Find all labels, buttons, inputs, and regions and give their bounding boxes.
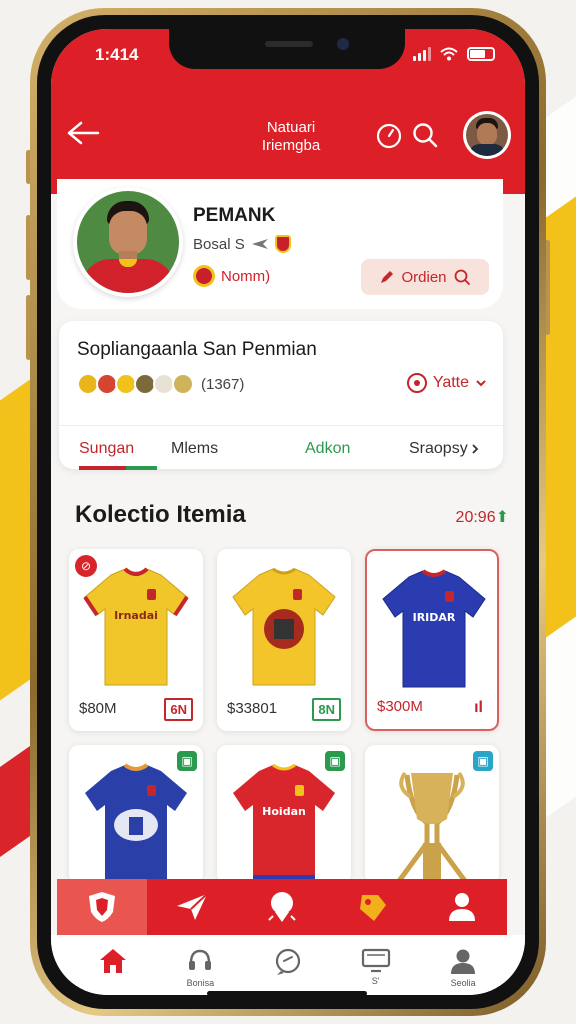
product-tag: ıl bbox=[474, 699, 483, 716]
collection-card: Sopliangaanla San Penmian (1367) Yatte S… bbox=[59, 321, 503, 470]
action-send[interactable] bbox=[147, 879, 237, 935]
svg-text:Irnadai: Irnadai bbox=[114, 609, 158, 622]
yellow-jersey-image bbox=[232, 567, 336, 686]
app-screen: 1:414 Natuari Iriemgba PEMANK Bosal S No… bbox=[51, 29, 525, 995]
product-card-selected[interactable]: IRIDAR $300M ıl bbox=[365, 549, 499, 731]
order-button-label: Ordien bbox=[401, 268, 447, 286]
nav-home[interactable] bbox=[83, 935, 143, 995]
nav-chat[interactable] bbox=[258, 935, 318, 995]
collection-tabs: Sungan Mlems Adkon Sraopsy bbox=[59, 425, 503, 470]
trend-up-icon: ⬆ bbox=[495, 509, 509, 526]
chat-icon bbox=[275, 948, 301, 975]
timer-icon[interactable] bbox=[375, 121, 403, 149]
order-button[interactable]: Ordien bbox=[361, 259, 489, 295]
user-avatar[interactable] bbox=[463, 111, 511, 159]
nav-support-label: Bonisa bbox=[186, 978, 215, 988]
chevron-down-icon bbox=[476, 380, 486, 387]
user-icon bbox=[449, 893, 475, 921]
search-icon[interactable] bbox=[411, 121, 439, 149]
collection-title: Sopliangaanla San Penmian bbox=[77, 339, 317, 360]
headset-icon bbox=[189, 949, 212, 970]
tab-sraopsy[interactable]: Sraopsy bbox=[409, 440, 480, 458]
red-jersey-image: Hoidan bbox=[233, 763, 335, 885]
club-badge-icon bbox=[274, 235, 291, 253]
action-bar bbox=[57, 879, 507, 935]
nav-tv[interactable]: S' bbox=[346, 935, 406, 995]
product-price: $300M bbox=[377, 698, 423, 715]
product-tag: 6N bbox=[164, 698, 193, 721]
collection-filter[interactable]: Yatte bbox=[406, 373, 487, 393]
app-header: 1:414 Natuari Iriemgba bbox=[51, 29, 525, 194]
player-name: PEMANK bbox=[193, 205, 276, 226]
trophy-image bbox=[396, 771, 468, 883]
signal-icon bbox=[413, 47, 431, 61]
collection-count: (1367) bbox=[201, 375, 245, 393]
tv-icon bbox=[361, 948, 390, 973]
yellow-jersey-image: Irnadai bbox=[83, 567, 189, 686]
status-icons bbox=[413, 47, 495, 61]
player-team-text: Nomm) bbox=[221, 267, 271, 285]
profile-icon bbox=[451, 949, 476, 974]
profile-card: PEMANK Bosal S Nomm) Ordien bbox=[57, 179, 503, 309]
collection-filter-label: Yatte bbox=[432, 374, 469, 391]
shield-icon bbox=[89, 892, 115, 922]
phone-frame: 1:414 Natuari Iriemgba PEMANK Bosal S No… bbox=[30, 8, 546, 1016]
section-rate-value: 20:96 bbox=[455, 509, 496, 526]
section-rate: 20:96⬆ bbox=[456, 507, 509, 527]
section-title: Kolectio Itemia bbox=[75, 501, 246, 528]
action-pin[interactable] bbox=[237, 879, 327, 935]
battery-icon bbox=[467, 47, 495, 61]
paper-plane-icon bbox=[177, 893, 208, 920]
collection-badges: (1367) bbox=[77, 373, 244, 395]
active-tab-indicator bbox=[79, 466, 157, 470]
airplane-icon bbox=[251, 239, 268, 249]
product-card[interactable]: $33801 8N bbox=[217, 549, 351, 731]
product-card[interactable]: ⊘ Irnadai $80M 6N bbox=[69, 549, 203, 731]
product-price: $80M bbox=[79, 700, 117, 717]
nav-profile-label: Seolia bbox=[450, 978, 476, 988]
tab-mlems[interactable]: Mlems bbox=[171, 440, 218, 458]
nav-support[interactable]: Bonisa bbox=[170, 935, 230, 995]
nav-tv-label: S' bbox=[371, 976, 380, 986]
product-card[interactable]: ▣ bbox=[365, 745, 499, 885]
action-profile[interactable] bbox=[417, 879, 507, 935]
home-icon bbox=[99, 949, 126, 973]
header-title-line1: Natuari bbox=[266, 119, 316, 136]
tab-sraopsy-label: Sraopsy bbox=[409, 440, 468, 457]
product-tag: 8N bbox=[312, 698, 341, 721]
header-title: Natuari Iriemgba bbox=[221, 119, 361, 155]
tag-icon bbox=[360, 895, 386, 921]
nav-profile[interactable]: Seolia bbox=[433, 935, 493, 995]
tab-sungan[interactable]: Sungan bbox=[79, 440, 134, 458]
player-team: Nomm) bbox=[193, 265, 270, 287]
chevron-right-icon bbox=[472, 444, 478, 454]
blue-jersey-image: IRIDAR bbox=[382, 569, 486, 688]
svg-text:IRIDAR: IRIDAR bbox=[413, 611, 456, 624]
pencil-icon bbox=[381, 271, 394, 283]
product-card[interactable]: ▣ Hoidan bbox=[217, 745, 351, 885]
blue-jersey-image bbox=[85, 763, 187, 881]
home-indicator bbox=[207, 991, 367, 995]
product-price: $33801 bbox=[227, 700, 278, 717]
svg-text:Hoidan: Hoidan bbox=[262, 805, 306, 818]
product-card[interactable]: ▣ bbox=[69, 745, 203, 885]
target-icon bbox=[406, 373, 427, 393]
status-time: 1:414 bbox=[95, 45, 139, 64]
player-photo bbox=[73, 187, 183, 297]
location-pin-icon bbox=[268, 892, 296, 922]
player-subtitle-text: Bosal S bbox=[193, 235, 245, 253]
player-subtitle: Bosal S bbox=[193, 235, 291, 253]
action-tag[interactable] bbox=[327, 879, 417, 935]
search-icon bbox=[454, 269, 470, 285]
notch bbox=[169, 29, 405, 69]
wifi-icon bbox=[440, 47, 458, 61]
back-arrow-icon[interactable] bbox=[65, 119, 101, 147]
team-logo-icon bbox=[193, 265, 215, 287]
tab-adkon[interactable]: Adkon bbox=[305, 440, 350, 458]
header-title-line2: Iriemgba bbox=[261, 137, 321, 154]
action-shield[interactable] bbox=[57, 879, 147, 935]
badge-icon bbox=[172, 373, 194, 395]
bottom-nav: Bonisa S' Seolia bbox=[51, 935, 525, 995]
